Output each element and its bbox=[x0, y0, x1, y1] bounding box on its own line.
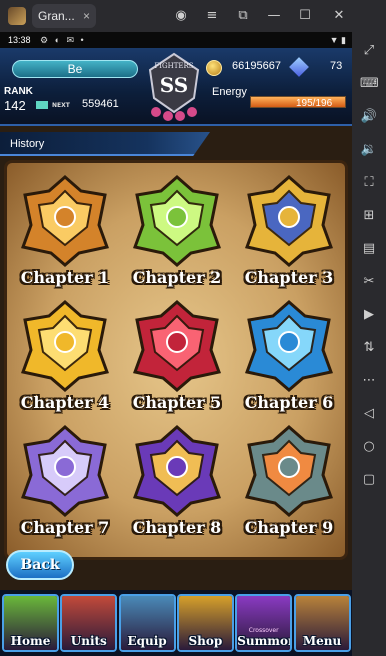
gold-coin-icon bbox=[206, 60, 222, 76]
chapter-crest-icon bbox=[133, 425, 221, 517]
fullscreen-icon[interactable]: ⛶ bbox=[360, 174, 378, 192]
minimize-icon[interactable]: — bbox=[265, 7, 283, 25]
window-tab[interactable]: Gran... × bbox=[32, 4, 96, 28]
nav-label: Menu bbox=[302, 634, 342, 648]
nav-units-button[interactable]: Units bbox=[60, 594, 118, 652]
chapter-crest-icon bbox=[245, 300, 333, 392]
chapter-label: Chapter 6 bbox=[244, 393, 334, 412]
gold-value: 66195667 bbox=[232, 60, 281, 72]
game-screen: Be FIGHTERS SS RANK 142 NEXT 559461 6619… bbox=[0, 48, 352, 656]
chapter-label: Chapter 4 bbox=[20, 393, 110, 412]
nav-home-button[interactable]: Home bbox=[2, 594, 59, 652]
chapter-2-button[interactable]: Chapter 2 bbox=[123, 173, 231, 291]
window-tab-title: Gran... bbox=[38, 9, 75, 23]
back-button[interactable]: Back bbox=[6, 550, 74, 580]
chapter-5-button[interactable]: Chapter 5 bbox=[123, 298, 231, 416]
chapter-7-button[interactable]: Chapter 7 bbox=[11, 423, 119, 541]
chapter-6-button[interactable]: Chapter 6 bbox=[235, 298, 343, 416]
gem-icon bbox=[289, 57, 309, 77]
back-icon[interactable]: ◁ bbox=[360, 405, 378, 423]
home-icon[interactable]: ○ bbox=[360, 438, 378, 456]
app-icon bbox=[8, 7, 26, 25]
chapter-crest-icon bbox=[245, 425, 333, 517]
chapter-label: Chapter 3 bbox=[244, 268, 334, 287]
player-hud: Be FIGHTERS SS RANK 142 NEXT 559461 6619… bbox=[0, 48, 352, 126]
close-tab-icon[interactable]: × bbox=[83, 9, 90, 23]
chapter-4-button[interactable]: Chapter 4 bbox=[11, 298, 119, 416]
next-exp-value: 559461 bbox=[82, 98, 119, 110]
account-icon[interactable]: ◉ bbox=[172, 7, 190, 25]
energy-value: 195/196 bbox=[296, 98, 333, 109]
status-icons: ⚙ ◐ ✉ • bbox=[40, 35, 86, 45]
energy-label: Energy bbox=[212, 86, 247, 98]
rank-value: 142 bbox=[4, 98, 26, 113]
chapter-label: Chapter 5 bbox=[132, 393, 222, 412]
sync-icon[interactable]: ⇅ bbox=[360, 339, 378, 357]
restore-icon[interactable]: ⧉ bbox=[234, 7, 252, 25]
next-label: NEXT bbox=[52, 102, 70, 109]
chapter-label: Chapter 1 bbox=[20, 268, 110, 287]
rank-label: RANK bbox=[4, 86, 33, 97]
expand-icon[interactable]: ⤢ bbox=[360, 42, 378, 60]
history-tab[interactable]: History bbox=[0, 132, 210, 156]
chapter-label: Chapter 7 bbox=[20, 518, 110, 537]
fighters-rank-emblem: FIGHTERS SS bbox=[148, 52, 200, 121]
chapter-crest-icon bbox=[245, 175, 333, 267]
apk-icon[interactable]: ▤ bbox=[360, 240, 378, 258]
maximize-icon[interactable]: ☐ bbox=[296, 7, 314, 25]
svg-text:SS: SS bbox=[160, 73, 188, 97]
bottom-nav-bar: Home Units Equip Shop Crossover Summon Menu bbox=[0, 590, 352, 656]
chapter-label: Chapter 2 bbox=[132, 268, 222, 287]
emulator-sidebar: ⤢ ⌨ 🔊 🔉 ⛶ ⊞ ▤ ✂ ▶ ⇅ ⋯ ◁ ○ ▢ bbox=[352, 32, 386, 656]
nav-equip-button[interactable]: Equip bbox=[118, 594, 176, 652]
volume-down-icon[interactable]: 🔉 bbox=[360, 141, 378, 159]
svg-text:FIGHTERS: FIGHTERS bbox=[154, 62, 193, 70]
close-icon[interactable]: ✕ bbox=[330, 7, 348, 25]
nav-menu-button[interactable]: Menu bbox=[293, 594, 351, 652]
chapter-1-button[interactable]: Chapter 1 bbox=[11, 173, 119, 291]
more-icon[interactable]: ⋯ bbox=[360, 372, 378, 390]
android-status-bar: 13:38 ⚙ ◐ ✉ • ▼ ▮ bbox=[0, 32, 352, 48]
status-right-icons: ▼ ▮ bbox=[329, 35, 346, 45]
nav-shop-button[interactable]: Shop bbox=[176, 594, 234, 652]
nav-label: Summon bbox=[237, 634, 293, 648]
status-time: 13:38 bbox=[8, 35, 31, 45]
chapter-crest-icon bbox=[133, 175, 221, 267]
recents-icon[interactable]: ▢ bbox=[360, 471, 378, 489]
add-icon[interactable]: ⊞ bbox=[360, 207, 378, 225]
scissors-icon[interactable]: ✂ bbox=[360, 273, 378, 291]
nav-summon-button[interactable]: Crossover Summon bbox=[235, 594, 293, 652]
exp-indicator bbox=[36, 101, 48, 109]
chapter-8-button[interactable]: Chapter 8 bbox=[123, 423, 231, 541]
emulator-titlebar: Gran... × ◉ ≡ ⧉ — ☐ ✕ bbox=[0, 0, 386, 32]
chapter-crest-icon bbox=[133, 300, 221, 392]
chapter-board: Chapter 1 Chapter 2 Chapter 3 Chapter 4 Chap… bbox=[4, 160, 348, 560]
keyboard-icon[interactable]: ⌨ bbox=[360, 75, 379, 93]
nav-label: Home bbox=[10, 634, 51, 648]
nav-label: Shop bbox=[188, 634, 223, 648]
player-name[interactable]: Be bbox=[12, 60, 138, 78]
chapter-crest-icon bbox=[21, 175, 109, 267]
nav-label: Units bbox=[70, 634, 107, 648]
chapter-9-button[interactable]: Chapter 9 bbox=[235, 423, 343, 541]
nav-label: Equip bbox=[127, 634, 167, 648]
menu-icon[interactable]: ≡ bbox=[203, 7, 221, 25]
gem-value: 73 bbox=[330, 60, 343, 72]
chapter-crest-icon bbox=[21, 300, 109, 392]
chapter-label: Chapter 9 bbox=[244, 518, 334, 537]
video-icon[interactable]: ▶ bbox=[360, 306, 378, 324]
nav-sublabel: Crossover bbox=[248, 627, 279, 634]
chapter-3-button[interactable]: Chapter 3 bbox=[235, 173, 343, 291]
chapter-label: Chapter 8 bbox=[132, 518, 222, 537]
volume-up-icon[interactable]: 🔊 bbox=[360, 108, 378, 126]
chapter-crest-icon bbox=[21, 425, 109, 517]
